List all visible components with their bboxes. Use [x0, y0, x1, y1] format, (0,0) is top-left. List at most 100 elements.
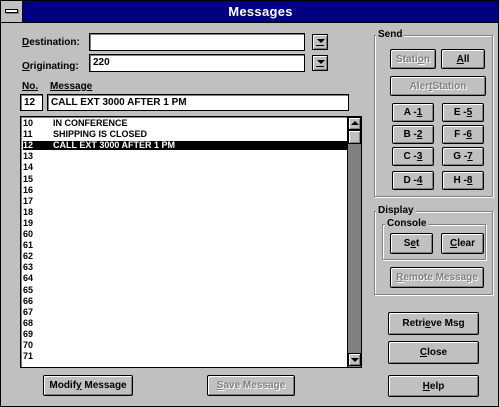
retrieve-msg-button[interactable]: Retri e ve Msg: [388, 312, 479, 335]
list-item-number: 63: [23, 262, 34, 273]
list-item[interactable]: 71: [23, 352, 348, 361]
key-button-d4[interactable]: D - 4: [392, 171, 434, 190]
list-item-number: 69: [23, 328, 34, 339]
key-f6-mnemonic: 6: [466, 129, 472, 140]
station-button[interactable]: Stati o n: [390, 49, 436, 69]
key-f6-pre: F -: [454, 129, 467, 140]
list-item-number: 14: [23, 162, 34, 173]
list-item-number: 67: [23, 306, 34, 317]
list-item-number: 18: [23, 206, 34, 217]
list-item[interactable]: 16: [23, 185, 348, 195]
list-item[interactable]: 15: [23, 174, 348, 184]
list-item-number: 65: [23, 284, 34, 295]
key-button-g7[interactable]: G - 7: [442, 147, 484, 166]
list-item[interactable]: 70: [23, 341, 348, 350]
list-item[interactable]: 69: [23, 328, 348, 339]
key-button-b2[interactable]: B - 2: [392, 125, 434, 144]
originating-label: Originating:: [22, 61, 79, 72]
all-button[interactable]: All: [441, 49, 485, 69]
key-button-h8[interactable]: H - 8: [442, 171, 484, 190]
list-item[interactable]: 60: [23, 230, 348, 239]
list-item[interactable]: 68: [23, 317, 348, 328]
list-item-text: SHIPPING IS CLOSED: [53, 129, 148, 140]
key-g7-pre: G -: [453, 151, 468, 162]
message-column-label: Message: [50, 81, 93, 92]
list-item[interactable]: 11 SHIPPING IS CLOSED: [23, 130, 348, 139]
list-item[interactable]: 13: [23, 152, 348, 161]
console-group-title: Console: [385, 218, 429, 230]
help-mnemonic: H: [422, 380, 430, 392]
list-item-number: 13: [23, 151, 34, 162]
key-a1-pre: A -: [403, 107, 417, 118]
key-b2-pre: B -: [403, 129, 417, 140]
list-item-text: CALL EXT 3000 AFTER 1 PM: [53, 140, 176, 151]
retrieve-post: ve Msg: [430, 318, 465, 329]
key-button-e5[interactable]: E - 5: [442, 103, 484, 122]
list-item[interactable]: 67: [23, 306, 348, 317]
list-scrollbar[interactable]: [347, 117, 361, 367]
window-title: Messages: [228, 4, 293, 19]
originating-dropdown-button[interactable]: [312, 55, 328, 71]
set-button[interactable]: Set: [390, 233, 433, 254]
modify-pre: Modif: [49, 380, 77, 391]
list-item[interactable]: 66: [23, 296, 348, 306]
send-group-title: Send: [376, 29, 405, 41]
list-item-number: 17: [23, 195, 34, 206]
list-item[interactable]: 19: [23, 217, 348, 228]
close-post: lose: [427, 347, 448, 358]
message-text-field[interactable]: CALL EXT 3000 AFTER 1 PM: [47, 94, 349, 111]
title-bar[interactable]: Messages: [1, 1, 498, 23]
list-item-number: 10: [23, 118, 34, 128]
alert-station-post: Station: [432, 80, 467, 92]
close-mnemonic: C: [419, 347, 428, 358]
scroll-down-arrow-icon[interactable]: [348, 353, 361, 366]
list-item[interactable]: 62: [23, 252, 348, 261]
help-post: elp: [429, 380, 445, 392]
modify-message-label: Modify Message: [49, 380, 126, 391]
key-e5-pre: E -: [453, 107, 467, 118]
scroll-thumb[interactable]: [348, 130, 361, 144]
clear-mnemonic: C: [449, 238, 458, 249]
set-post: t: [415, 238, 420, 249]
destination-dropdown-button[interactable]: [312, 34, 328, 50]
message-number-field[interactable]: 12: [20, 94, 43, 111]
list-item-number: 19: [23, 217, 34, 228]
list-item[interactable]: 63: [23, 263, 348, 272]
list-item[interactable]: 17: [23, 195, 348, 206]
destination-field[interactable]: [89, 33, 305, 51]
modify-post: Message: [81, 380, 127, 391]
key-c3-mnemonic: 3: [416, 151, 423, 162]
save-post: ave Message: [223, 380, 286, 391]
scroll-up-arrow-icon[interactable]: [348, 117, 361, 130]
all-mnemonic: A: [456, 53, 464, 65]
help-button[interactable]: Help: [388, 375, 479, 397]
alert-station-button[interactable]: Aler t Station: [390, 76, 486, 96]
save-message-button[interactable]: Save Message: [207, 375, 295, 396]
key-button-a1[interactable]: A - 1: [392, 103, 434, 122]
list-item[interactable]: 14: [23, 163, 348, 172]
list-item[interactable]: 61: [23, 241, 348, 250]
message-list[interactable]: 10 IN CONFERENCE 11 SHIPPING IS CLOSED 12 CAL…: [20, 116, 362, 368]
originating-field[interactable]: 220: [89, 54, 305, 72]
destination-label-rest: estination:: [29, 37, 80, 48]
clear-button[interactable]: Clear: [441, 233, 484, 254]
clear-post: lear: [457, 238, 476, 249]
list-item[interactable]: 10 IN CONFERENCE: [23, 119, 348, 128]
close-button[interactable]: Close: [388, 341, 479, 364]
list-item[interactable]: 12 CALL EXT 3000 AFTER 1 PM: [23, 140, 348, 151]
key-button-f6[interactable]: F - 6: [442, 125, 484, 144]
key-e5-mnemonic: 5: [466, 107, 473, 118]
list-item-number: 68: [23, 317, 34, 328]
list-item[interactable]: 64: [23, 274, 348, 283]
modify-message-button[interactable]: Modify Message: [43, 375, 133, 396]
list-item-number: 11: [23, 129, 33, 140]
list-item[interactable]: 18: [23, 206, 348, 217]
list-item[interactable]: 65: [23, 284, 348, 295]
remote-message-button[interactable]: Remote Message: [390, 267, 484, 288]
retrieve-pre: Retri: [402, 318, 426, 329]
key-button-c3[interactable]: C - 3: [392, 147, 434, 166]
display-group-title: Display: [376, 205, 416, 217]
destination-label: Destination:: [22, 37, 80, 48]
key-a1-mnemonic: 1: [416, 107, 423, 118]
system-menu-icon[interactable]: [1, 1, 23, 22]
